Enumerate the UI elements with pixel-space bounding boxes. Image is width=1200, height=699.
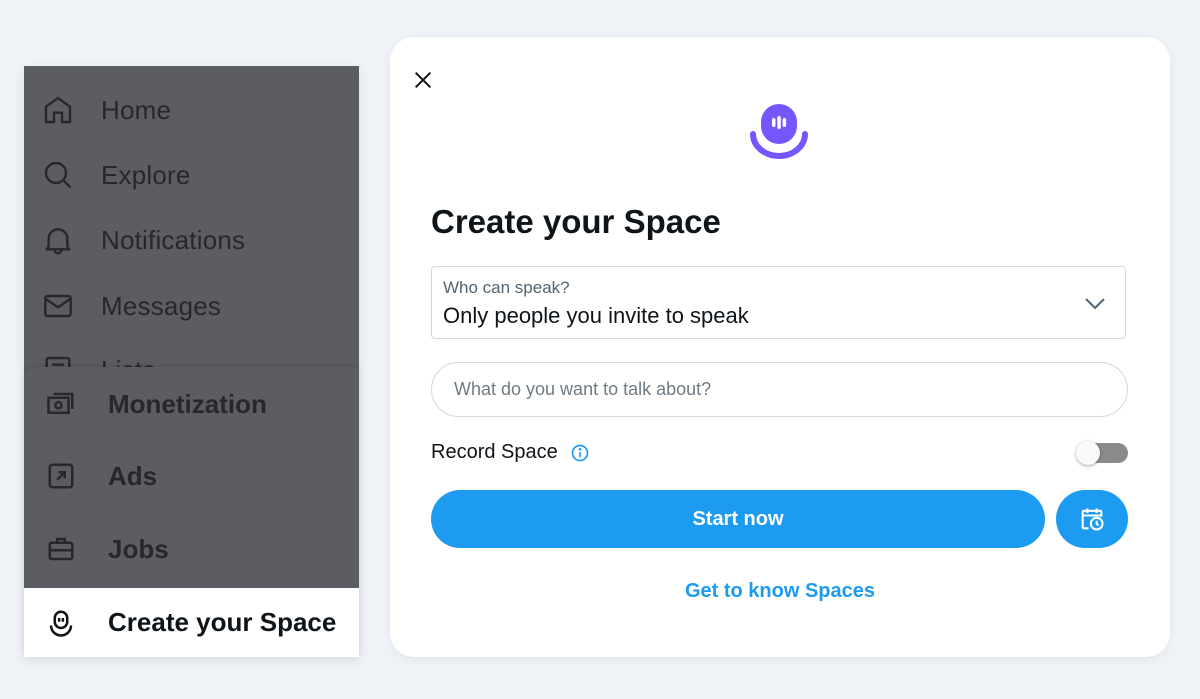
sidebar-item-messages[interactable]: Messages (24, 286, 221, 326)
who-can-speak-select[interactable]: Who can speak? Only people you invite to… (431, 266, 1126, 339)
menu-item-monetization[interactable]: Monetization (24, 380, 267, 428)
menu-item-create-space[interactable]: Create your Space (24, 588, 359, 657)
sidebar-item-home[interactable]: Home (24, 90, 171, 130)
search-icon (42, 159, 74, 191)
menu-item-label: Jobs (108, 533, 169, 564)
calendar-clock-icon (1081, 508, 1104, 531)
select-value: Only people you invite to speak (443, 303, 749, 328)
home-icon (42, 94, 74, 126)
menu-item-jobs[interactable]: Jobs (24, 525, 169, 573)
bell-icon (42, 224, 74, 256)
sidebar-item-notifications[interactable]: Notifications (24, 220, 245, 260)
close-button[interactable] (408, 65, 438, 95)
sidebar-item-explore[interactable]: Explore (24, 155, 191, 195)
menu-item-ads[interactable]: Ads (24, 452, 157, 500)
envelope-icon (42, 290, 74, 322)
sidebar-item-label: Explore (101, 159, 191, 190)
ads-arrow-icon (46, 461, 76, 491)
menu-item-label: Create your Space (108, 607, 337, 637)
toggle-knob (1076, 441, 1100, 465)
sidebar-item-label: Notifications (101, 224, 246, 255)
more-menu: Monetization Ads Jobs Create your Space (24, 367, 359, 657)
record-space-toggle[interactable] (1076, 441, 1128, 465)
info-icon[interactable] (570, 443, 590, 463)
briefcase-icon (46, 534, 76, 564)
record-space-row: Record Space (431, 441, 590, 464)
close-icon (414, 71, 432, 89)
record-space-label: Record Space (431, 441, 558, 463)
create-space-modal: Create your Space Who can speak? Only pe… (390, 37, 1170, 657)
select-label: Who can speak? (443, 278, 570, 297)
chevron-down-icon (1085, 298, 1105, 310)
get-to-know-spaces-link[interactable]: Get to know Spaces (390, 580, 1170, 603)
sidebar-item-label: Messages (101, 290, 222, 321)
menu-item-label: Monetization (108, 388, 267, 419)
menu-item-label: Ads (108, 460, 158, 491)
money-icon (46, 389, 76, 419)
topic-input[interactable] (431, 362, 1128, 417)
sidebar-item-label: Home (101, 94, 172, 125)
spaces-icon (46, 608, 76, 638)
start-now-button[interactable]: Start now (431, 490, 1045, 548)
spaces-logo-icon (750, 104, 808, 159)
modal-title: Create your Space (431, 203, 721, 240)
schedule-button[interactable] (1056, 490, 1128, 548)
